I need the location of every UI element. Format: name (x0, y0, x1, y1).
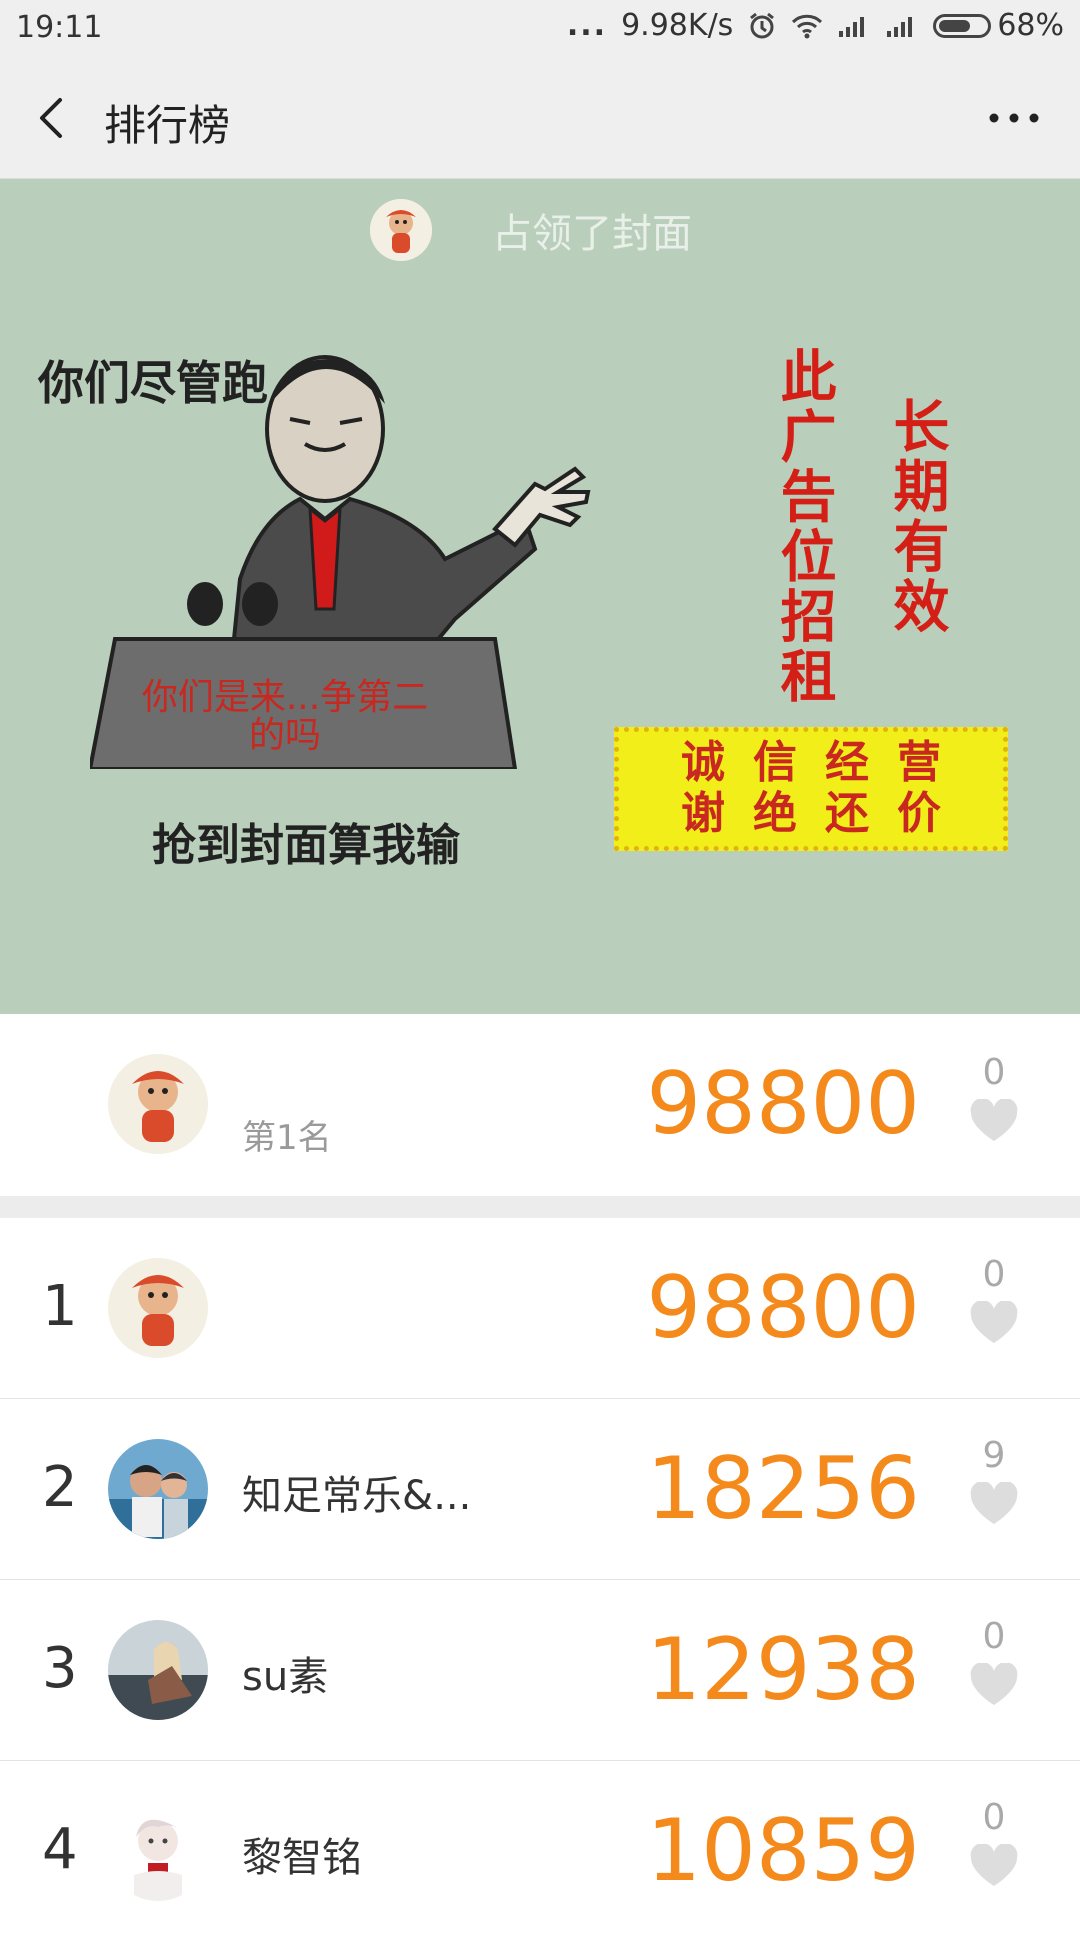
like-control[interactable]: 9 (964, 1435, 1024, 1526)
list-item[interactable]: 4 黎智铭 10859 0 (0, 1761, 1080, 1941)
wifi-icon (791, 13, 823, 39)
heart-icon[interactable] (969, 1844, 1019, 1888)
score: 98800 (646, 1054, 920, 1154)
like-count: 0 (982, 1052, 1006, 1093)
heart-icon[interactable] (969, 1301, 1019, 1345)
score: 18256 (646, 1439, 920, 1539)
cover-vertical-text-2: 长期有效 (884, 397, 949, 637)
battery-icon (933, 13, 992, 38)
rank-label: 第1名 (242, 1118, 332, 1158)
section-divider (0, 1196, 1080, 1218)
like-control[interactable]: 0 (964, 1254, 1024, 1345)
user-name: 黎智铭 (242, 1835, 362, 1881)
rank-number: 4 (42, 1817, 78, 1882)
score: 98800 (646, 1258, 920, 1358)
like-control[interactable]: 0 (964, 1616, 1024, 1707)
signal-icon (837, 13, 871, 39)
heart-icon[interactable] (969, 1482, 1019, 1526)
rank-number: 3 (42, 1636, 78, 1701)
alarm-icon (747, 11, 777, 41)
like-control[interactable]: 0 (964, 1052, 1024, 1143)
net-speed: 9.98K/s (621, 8, 734, 43)
cover-owner-text: 占领了封面 (492, 211, 692, 257)
avatar[interactable] (108, 1801, 208, 1901)
user-name: su素 (242, 1654, 329, 1700)
app-bar: 排行榜 (0, 58, 1080, 179)
list-item[interactable]: 3 su素 12938 0 (0, 1580, 1080, 1761)
status-bar: 19:11 ... 9.98K/s 68% (0, 0, 1080, 58)
cover-owner: 占领了封面 (370, 199, 692, 261)
list-item[interactable]: 2 知足常乐&... 18256 9 (0, 1399, 1080, 1580)
cover-image[interactable]: 占领了封面 你们尽管跑 你们是来...争第二的吗 此广告位招租 长期有效 诚信经… (0, 179, 1080, 1014)
avatar[interactable] (108, 1054, 208, 1154)
battery-fill (939, 19, 971, 32)
avatar[interactable] (108, 1620, 208, 1720)
sign-line-1: 诚信经营 (681, 737, 969, 789)
like-count: 0 (982, 1616, 1006, 1657)
sign-line-2: 谢绝还价 (681, 788, 969, 839)
chevron-left-icon[interactable] (30, 94, 74, 142)
heart-icon[interactable] (969, 1663, 1019, 1707)
cover-holder-row[interactable]: 第1名 98800 0 (0, 1014, 1080, 1196)
like-count: 0 (982, 1254, 1006, 1295)
score: 12938 (646, 1620, 920, 1720)
like-count: 0 (982, 1797, 1006, 1838)
podium-text: 你们是来...争第二的吗 (141, 677, 429, 756)
rank-number: 1 (42, 1274, 78, 1339)
like-control[interactable]: 0 (964, 1797, 1024, 1888)
rank-number: 2 (42, 1455, 78, 1520)
user-name: 知足常乐&... (242, 1473, 472, 1519)
cover-caption-bottom: 抢到封面算我输 (152, 820, 460, 871)
status-time: 19:11 (16, 10, 103, 45)
more-dots-icon[interactable] (984, 98, 1044, 138)
battery-percent: 68% (997, 8, 1064, 43)
page-title: 排行榜 (104, 101, 231, 150)
battery-indicator: 68% (933, 8, 1064, 43)
avatar (370, 199, 432, 261)
cover-vertical-text-1: 此广告位招租 (771, 347, 836, 707)
score: 10859 (646, 1801, 920, 1901)
heart-icon[interactable] (969, 1099, 1019, 1143)
avatar[interactable] (108, 1258, 208, 1358)
avatar[interactable] (108, 1439, 208, 1539)
like-count: 9 (982, 1435, 1006, 1476)
signal-icon (885, 13, 919, 39)
list-item[interactable]: 1 98800 0 (0, 1218, 1080, 1399)
cover-sign: 诚信经营 谢绝还价 (614, 727, 1008, 851)
status-dots: ... (566, 8, 608, 43)
